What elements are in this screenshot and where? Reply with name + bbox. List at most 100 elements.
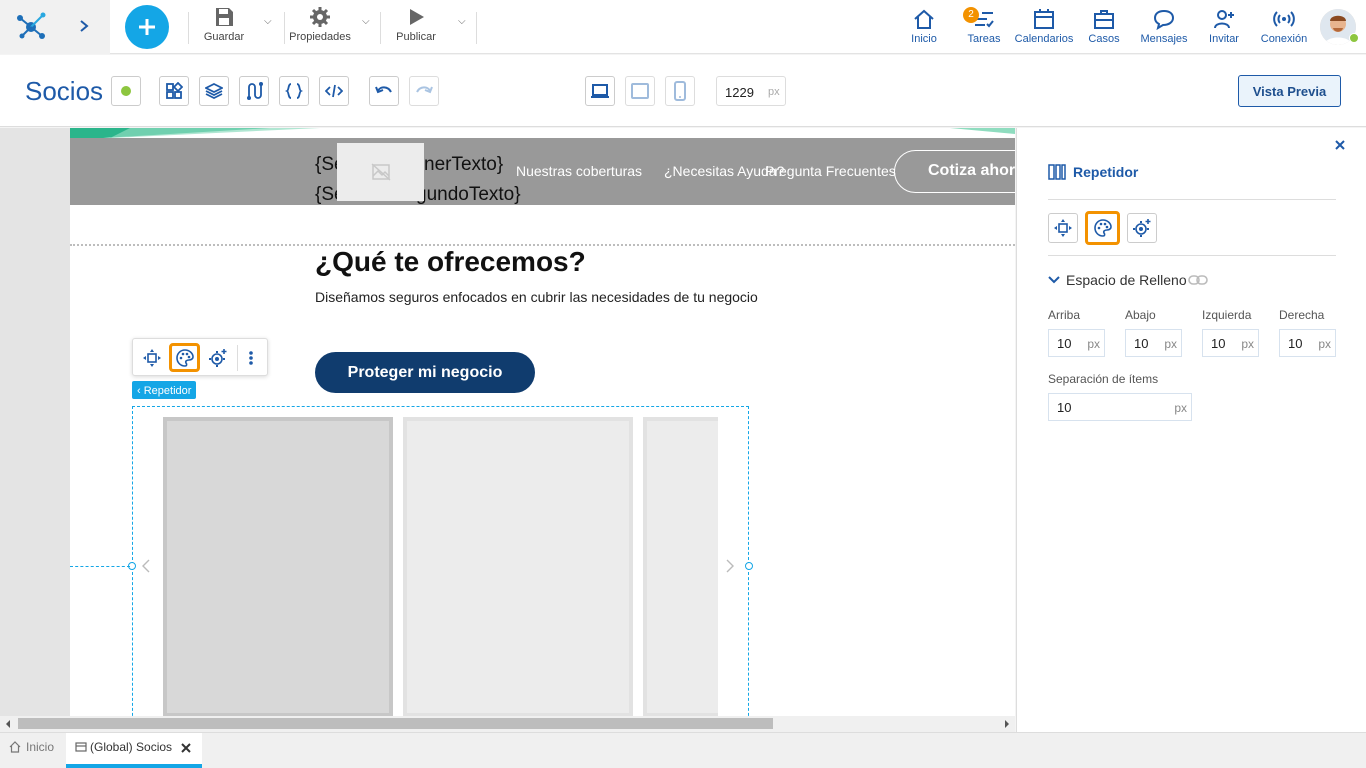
- repeater-tag[interactable]: ‹ Repetidor: [132, 381, 197, 399]
- padding-right-field[interactable]: 10 px: [1279, 329, 1336, 357]
- properties-label: Propiedades: [289, 31, 351, 43]
- nav-home[interactable]: Inicio: [904, 8, 944, 48]
- document-tab-bar: Inicio (Global) Socios: [0, 732, 1366, 768]
- resize-handle-right[interactable]: [745, 562, 753, 570]
- design-canvas[interactable]: {Se nerTexto} {Se gundoTexto} Nuestras c…: [0, 128, 1015, 732]
- width-value: 1229: [725, 85, 754, 100]
- nav-calendars[interactable]: Calendarios: [1014, 8, 1074, 48]
- scroll-left-icon[interactable]: [4, 719, 12, 729]
- publish-button[interactable]: Publicar: [392, 6, 440, 48]
- move-handle[interactable]: [139, 345, 165, 371]
- chevron-down-icon[interactable]: [1048, 275, 1060, 285]
- section-heading[interactable]: ¿Qué te ofrecemos?: [315, 246, 586, 278]
- style-button-active[interactable]: [169, 343, 200, 372]
- add-button[interactable]: [125, 5, 169, 49]
- redo-button[interactable]: [409, 76, 439, 106]
- tab-socios-label: (Global) Socios: [90, 740, 173, 754]
- repeater-frame[interactable]: [132, 406, 749, 718]
- link-icon[interactable]: [1188, 274, 1208, 286]
- padding-bottom-label: Abajo: [1125, 308, 1156, 322]
- properties-button[interactable]: Propiedades: [288, 6, 352, 48]
- canvas-page[interactable]: {Se nerTexto} {Se gundoTexto} Nuestras c…: [70, 128, 1015, 718]
- padding-left-value: 10: [1211, 336, 1226, 351]
- item-spacing-field[interactable]: 10 px: [1048, 393, 1192, 421]
- repeater-item[interactable]: [643, 417, 718, 717]
- tab-home[interactable]: Inicio: [0, 733, 64, 768]
- nav-invite[interactable]: Invitar: [1204, 8, 1244, 48]
- close-icon[interactable]: [1335, 140, 1345, 150]
- save-button[interactable]: Guardar: [198, 6, 250, 48]
- components-button[interactable]: [159, 76, 189, 106]
- close-tab-icon[interactable]: [181, 743, 191, 753]
- carousel-prev-icon[interactable]: [141, 559, 151, 573]
- item-spacing-unit: px: [1174, 401, 1187, 415]
- online-status-dot: [1349, 33, 1359, 43]
- scrollbar-thumb[interactable]: [18, 718, 773, 729]
- layers-button[interactable]: [199, 76, 229, 106]
- canvas-guide-line: [70, 566, 130, 567]
- palette-icon: [1093, 219, 1112, 237]
- padding-top-field[interactable]: 10 px: [1048, 329, 1105, 357]
- tablet-icon: [631, 83, 649, 99]
- publish-label: Publicar: [396, 31, 436, 43]
- padding-left-field[interactable]: 10 px: [1202, 329, 1259, 357]
- nav-cases-label: Casos: [1088, 33, 1120, 45]
- padding-section-title[interactable]: Espacio de Relleno: [1066, 272, 1187, 288]
- properties-dropdown-chevron-icon[interactable]: ⌵: [362, 16, 370, 27]
- settings-tab-button[interactable]: [1127, 213, 1157, 243]
- code-icon: [325, 84, 343, 98]
- briefcase-icon: [1094, 10, 1114, 29]
- undo-button[interactable]: [369, 76, 399, 106]
- nav-messages[interactable]: Mensajes: [1138, 8, 1190, 48]
- padding-top-unit: px: [1087, 337, 1100, 351]
- settings-handle[interactable]: [205, 345, 231, 371]
- move-icon: [143, 349, 161, 367]
- editor-toolbar: Socios 1229 px Vista Previa: [0, 55, 1366, 127]
- padding-right-value: 10: [1288, 336, 1303, 351]
- undo-icon: [375, 86, 392, 94]
- width-input[interactable]: 1229 px: [716, 76, 786, 106]
- nav-link-faq[interactable]: Pregunta Frecuentes: [765, 163, 896, 179]
- padding-bottom-field[interactable]: 10 px: [1125, 329, 1182, 357]
- style-tab-button-active[interactable]: [1085, 211, 1120, 245]
- connection-icon: [1273, 11, 1295, 27]
- carousel-next-icon[interactable]: [725, 559, 735, 573]
- logo-image-placeholder[interactable]: [337, 143, 424, 201]
- nav-tasks-label: Tareas: [967, 33, 1001, 45]
- flows-icon: [247, 82, 263, 100]
- save-dropdown-chevron-icon[interactable]: ⌵: [264, 16, 272, 27]
- flows-button[interactable]: [239, 76, 269, 106]
- html-code-button[interactable]: [319, 76, 349, 106]
- status-button[interactable]: [111, 76, 141, 106]
- layout-tab-button[interactable]: [1048, 213, 1078, 243]
- protect-business-button[interactable]: Proteger mi negocio: [315, 352, 535, 393]
- chevron-right-icon[interactable]: [78, 19, 90, 33]
- tasks-badge: 2: [963, 7, 979, 23]
- desktop-view-button[interactable]: [585, 76, 615, 106]
- nav-cases[interactable]: Casos: [1084, 8, 1124, 48]
- tab-socios[interactable]: (Global) Socios: [66, 733, 202, 768]
- code-braces-button[interactable]: [279, 76, 309, 106]
- scroll-right-icon[interactable]: [1003, 719, 1011, 729]
- tablet-view-button[interactable]: [625, 76, 655, 106]
- site-navbar[interactable]: {Se nerTexto} {Se gundoTexto} Nuestras c…: [70, 138, 1015, 205]
- quote-button[interactable]: Cotiza ahora: [894, 150, 1015, 193]
- more-options-button[interactable]: [237, 345, 263, 371]
- app-logo-icon[interactable]: [14, 9, 48, 43]
- home-icon: [914, 9, 934, 29]
- nav-connection[interactable]: Conexión: [1258, 8, 1310, 48]
- item-spacing-label: Separación de ítems: [1048, 372, 1159, 386]
- protect-business-label: Proteger mi negocio: [347, 363, 503, 381]
- gear-icon: [310, 7, 330, 27]
- gear-plus-icon: [209, 349, 227, 367]
- horizontal-scrollbar[interactable]: [0, 716, 1015, 732]
- section-subheading[interactable]: Diseñamos seguros enfocados en cubrir la…: [315, 289, 758, 305]
- repeater-item[interactable]: [403, 417, 633, 717]
- nav-second-text-b: gundoTexto}: [416, 184, 521, 205]
- publish-dropdown-chevron-icon[interactable]: ⌵: [458, 16, 466, 27]
- preview-button[interactable]: Vista Previa: [1238, 75, 1341, 107]
- mobile-view-button[interactable]: [665, 76, 695, 106]
- nav-link-coverages[interactable]: Nuestras coberturas: [516, 163, 642, 179]
- components-icon: [166, 82, 183, 99]
- repeater-item[interactable]: [163, 417, 393, 717]
